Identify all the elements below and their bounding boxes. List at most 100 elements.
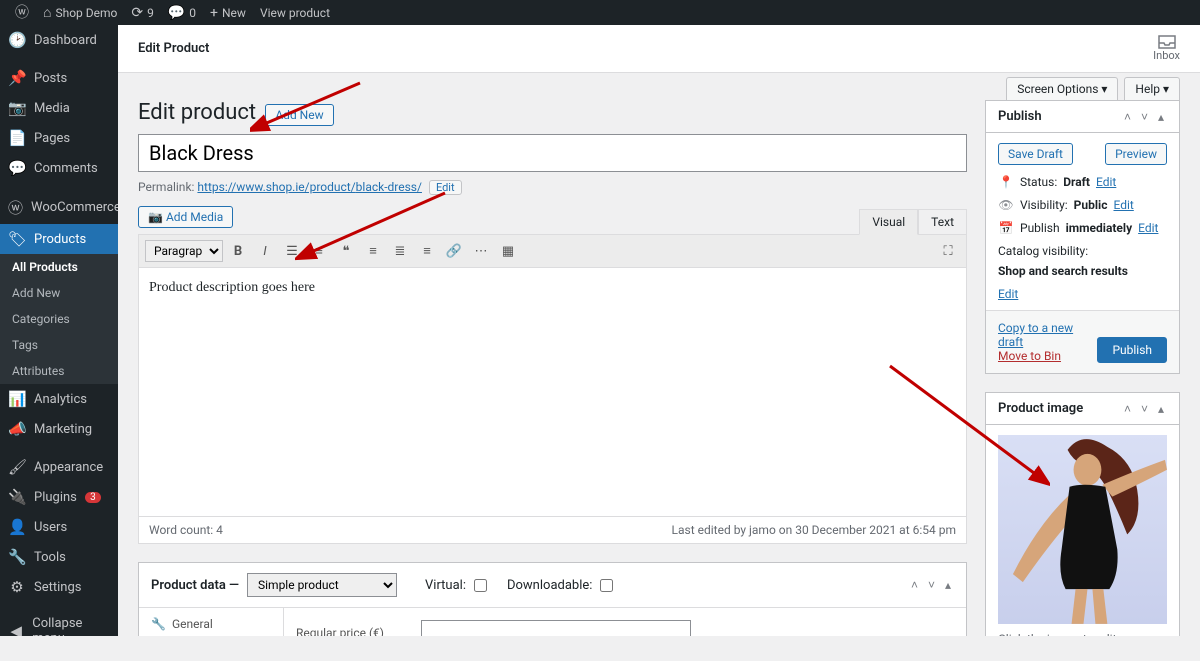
fullscreen-button[interactable]: ⛶ bbox=[936, 239, 960, 263]
caret-up-icon[interactable]: ▴ bbox=[1155, 402, 1167, 416]
chevron-up-icon[interactable]: ˄ bbox=[1121, 402, 1134, 416]
word-count: Word count: 4 bbox=[149, 523, 223, 537]
save-draft-button[interactable]: Save Draft bbox=[998, 143, 1073, 165]
collapse-menu[interactable]: ◀Collapse menu bbox=[0, 610, 118, 636]
view-product-link[interactable]: View product bbox=[253, 0, 337, 25]
submenu-categories[interactable]: Categories bbox=[0, 306, 118, 332]
product-type-select[interactable]: Simple product bbox=[247, 573, 397, 597]
format-select[interactable]: Paragraph bbox=[145, 240, 223, 262]
help-tab[interactable]: Help ▾ bbox=[1124, 77, 1180, 100]
status-edit-link[interactable]: Edit bbox=[1096, 175, 1116, 189]
menu-products[interactable]: 🏷Products bbox=[0, 224, 118, 254]
megaphone-icon: 📣 bbox=[8, 420, 26, 438]
chart-icon: 📊 bbox=[8, 390, 26, 408]
downloadable-checkbox[interactable] bbox=[600, 579, 613, 592]
permalink-edit-button[interactable]: Edit bbox=[429, 180, 462, 195]
menu-users[interactable]: 👤Users bbox=[0, 512, 118, 542]
publish-box: Publish ˄˅▴ Save Draft Preview 📍Status: … bbox=[985, 100, 1180, 374]
menu-pages[interactable]: 📄Pages bbox=[0, 123, 118, 153]
editor-tab-visual[interactable]: Visual bbox=[859, 209, 918, 235]
woo-icon: ⓦ bbox=[8, 197, 23, 218]
chevron-down-icon[interactable]: ˅ bbox=[1138, 402, 1151, 416]
updates-link[interactable]: ⟳9 bbox=[124, 0, 160, 25]
submenu-all-products[interactable]: All Products bbox=[0, 254, 118, 280]
move-to-bin-link[interactable]: Move to Bin bbox=[998, 349, 1061, 363]
product-image[interactable] bbox=[998, 435, 1167, 624]
virtual-checkbox[interactable] bbox=[474, 579, 487, 592]
product-title-input[interactable] bbox=[138, 134, 967, 172]
media-icon: 📷 bbox=[148, 210, 163, 224]
screen-options-tab[interactable]: Screen Options ▾ bbox=[1006, 77, 1118, 100]
submenu-attributes[interactable]: Attributes bbox=[0, 358, 118, 384]
permalink-link[interactable]: https://www.shop.ie/product/black-dress/ bbox=[197, 180, 422, 194]
align-center-button[interactable]: ≣ bbox=[388, 239, 412, 263]
caret-up-icon[interactable]: ▴ bbox=[942, 578, 954, 592]
publish-button[interactable]: Publish bbox=[1097, 337, 1167, 363]
quote-button[interactable]: ❝ bbox=[334, 239, 358, 263]
visibility-edit-link[interactable]: Edit bbox=[1113, 198, 1133, 212]
editor-top: 📷 Add Media Visual Text bbox=[138, 206, 967, 234]
inbox-icon bbox=[1158, 35, 1176, 49]
chevron-up-icon[interactable]: ˄ bbox=[908, 578, 921, 592]
eye-icon: 👁 bbox=[998, 198, 1014, 212]
product-image-title: Product image bbox=[998, 401, 1083, 416]
align-right-button[interactable]: ≡ bbox=[415, 239, 439, 263]
add-media-button[interactable]: 📷 Add Media bbox=[138, 206, 233, 228]
italic-button[interactable]: I bbox=[253, 239, 277, 263]
menu-settings[interactable]: ⚙Settings bbox=[0, 572, 118, 602]
submenu-add-new[interactable]: Add New bbox=[0, 280, 118, 306]
user-icon: 👤 bbox=[8, 518, 26, 536]
product-image-hint: Click the image to edit or update bbox=[998, 632, 1167, 636]
editor: Paragraph B I ☰ ≡ ❝ ≡ ≣ ≡ 🔗 ⋯ ▦ ⛶ Produc… bbox=[138, 234, 967, 544]
gear-icon: ⚙ bbox=[8, 578, 26, 596]
publish-date-edit-link[interactable]: Edit bbox=[1138, 221, 1158, 235]
menu-dashboard[interactable]: 🕑Dashboard bbox=[0, 25, 118, 55]
tab-general[interactable]: 🔧General bbox=[139, 608, 283, 636]
top-bar: Edit Product Inbox bbox=[118, 25, 1200, 73]
view-product-label: View product bbox=[260, 6, 330, 20]
new-link[interactable]: +New bbox=[203, 0, 253, 25]
caret-up-icon[interactable]: ▴ bbox=[1155, 110, 1167, 124]
editor-tab-text[interactable]: Text bbox=[918, 209, 967, 234]
menu-media[interactable]: 📷Media bbox=[0, 93, 118, 123]
chevron-down-icon[interactable]: ˅ bbox=[1138, 110, 1151, 124]
menu-comments[interactable]: 💬Comments bbox=[0, 153, 118, 183]
add-new-button[interactable]: Add New bbox=[265, 104, 333, 126]
virtual-label: Virtual: bbox=[425, 578, 466, 593]
toolbar-toggle-button[interactable]: ▦ bbox=[496, 239, 520, 263]
wp-logo[interactable]: ⓦ bbox=[8, 0, 36, 25]
menu-tools[interactable]: 🔧Tools bbox=[0, 542, 118, 572]
menu-analytics[interactable]: 📊Analytics bbox=[0, 384, 118, 414]
calendar-icon: 📅 bbox=[998, 221, 1014, 235]
align-left-button[interactable]: ≡ bbox=[361, 239, 385, 263]
menu-appearance[interactable]: 🖌Appearance bbox=[0, 452, 118, 482]
chevron-down-icon[interactable]: ˅ bbox=[925, 578, 938, 592]
menu-posts[interactable]: 📌Posts bbox=[0, 63, 118, 93]
menu-woocommerce[interactable]: ⓦWooCommerce bbox=[0, 191, 118, 224]
new-label: New bbox=[222, 6, 246, 20]
preview-button[interactable]: Preview bbox=[1105, 143, 1167, 165]
inbox-button[interactable]: Inbox bbox=[1153, 35, 1180, 62]
regular-price-input[interactable] bbox=[421, 620, 691, 636]
submenu-tags[interactable]: Tags bbox=[0, 332, 118, 358]
menu-marketing[interactable]: 📣Marketing bbox=[0, 414, 118, 444]
catalog-edit-link[interactable]: Edit bbox=[998, 287, 1018, 301]
more-button[interactable]: ⋯ bbox=[469, 239, 493, 263]
chevron-up-icon[interactable]: ˄ bbox=[1121, 110, 1134, 124]
media-icon: 📷 bbox=[8, 99, 26, 117]
regular-price-label: Regular price (€) bbox=[296, 626, 411, 637]
menu-plugins[interactable]: 🔌Plugins3 bbox=[0, 482, 118, 512]
editor-content[interactable]: Product description goes here bbox=[139, 268, 966, 516]
content-area: Edit Product Inbox Screen Options ▾ Help… bbox=[118, 25, 1200, 636]
bold-button[interactable]: B bbox=[226, 239, 250, 263]
product-data-label: Product data — bbox=[151, 578, 239, 593]
wrench-icon: 🔧 bbox=[151, 617, 166, 631]
comments-link[interactable]: 💬0 bbox=[161, 0, 203, 25]
product-data-fields: Regular price (€) Sale price (€) Schedul… bbox=[284, 608, 966, 636]
copy-draft-link[interactable]: Copy to a new draft bbox=[998, 321, 1073, 349]
ol-button[interactable]: ≡ bbox=[307, 239, 331, 263]
comment-icon: 💬 bbox=[8, 159, 26, 177]
ul-button[interactable]: ☰ bbox=[280, 239, 304, 263]
link-button[interactable]: 🔗 bbox=[442, 239, 466, 263]
site-link[interactable]: ⌂Shop Demo bbox=[36, 0, 124, 25]
